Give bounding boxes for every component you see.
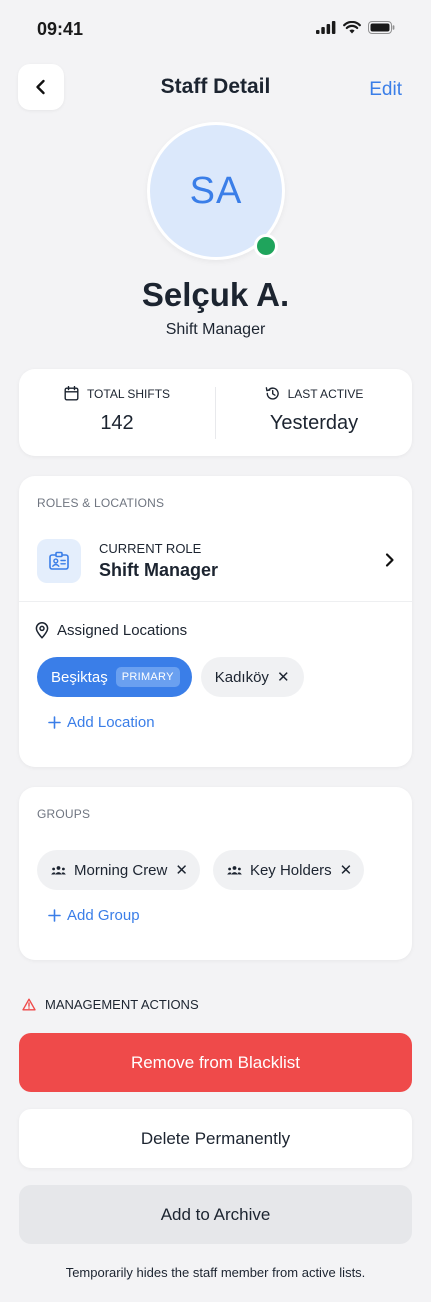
- total-shifts-stat: TOTAL SHIFTS 142: [19, 369, 215, 456]
- avatar-initials: SA: [189, 169, 243, 212]
- current-role-row[interactable]: CURRENT ROLE Shift Manager: [19, 526, 412, 602]
- edit-button[interactable]: Edit: [369, 79, 402, 101]
- wifi-icon: [343, 21, 361, 34]
- staff-name: Selçuk A.: [141, 276, 290, 313]
- remove-from-blacklist-button[interactable]: Remove from Blacklist: [19, 1033, 412, 1092]
- primary-badge: PRIMARY: [115, 667, 180, 687]
- current-role-caption: CURRENT ROLE: [99, 541, 202, 556]
- remove-group-close-icon[interactable]: ✕: [340, 861, 353, 879]
- online-status-indicator: [254, 234, 278, 258]
- signal-icon: [316, 21, 336, 34]
- people-icon: [227, 865, 242, 874]
- remove-location-close-icon[interactable]: ✕: [277, 668, 290, 686]
- group-chip-label: Key Holders: [249, 861, 332, 879]
- divider: [19, 601, 412, 602]
- warning-triangle-icon: [22, 998, 36, 1011]
- location-chip-label: Beşiktaş: [51, 668, 108, 686]
- people-icon: [51, 865, 66, 874]
- assigned-locations-label: Assigned Locations: [57, 622, 188, 639]
- location-chip-primary[interactable]: Beşiktaş PRIMARY: [37, 657, 192, 697]
- add-group-label: Add Group: [67, 907, 140, 924]
- stats-card: TOTAL SHIFTS 142 LAST ACTIVE Yesterday: [19, 369, 412, 456]
- current-role-value: Shift Manager: [99, 560, 219, 580]
- id-badge-icon: [49, 551, 69, 570]
- assigned-locations-heading: Assigned Locations: [35, 622, 187, 639]
- total-shifts-label: TOTAL SHIFTS: [86, 386, 171, 401]
- role-icon-box: [37, 539, 81, 583]
- page-title: Staff Detail: [160, 75, 271, 98]
- location-chips: Beşiktaş PRIMARY Kadıköy ✕: [37, 657, 304, 697]
- delete-permanently-button[interactable]: Delete Permanently: [19, 1109, 412, 1168]
- plus-icon: [48, 909, 61, 922]
- roles-locations-section-label: ROLES & LOCATIONS: [37, 496, 165, 510]
- plus-icon: [48, 716, 61, 729]
- add-group-button[interactable]: Add Group: [48, 907, 140, 924]
- header: Staff Detail Edit: [0, 62, 431, 112]
- group-chip[interactable]: Morning Crew ✕: [37, 850, 200, 890]
- status-bar: 09:41: [0, 0, 431, 58]
- total-shifts-value: 142: [100, 412, 134, 434]
- history-icon: [265, 387, 279, 400]
- roles-locations-card: ROLES & LOCATIONS CURRENT ROLE Shift Man…: [19, 476, 412, 767]
- group-chips: Morning Crew ✕ Key Holders ✕: [37, 850, 365, 890]
- add-location-button[interactable]: Add Location: [48, 714, 155, 731]
- last-active-label: LAST ACTIVE: [287, 386, 364, 401]
- management-actions-heading: MANAGEMENT ACTIONS: [22, 997, 199, 1012]
- group-chip[interactable]: Key Holders ✕: [212, 850, 365, 890]
- location-chip[interactable]: Kadıköy ✕: [200, 657, 304, 697]
- location-chip-label: Kadıköy: [214, 668, 269, 686]
- calendar-icon: [64, 386, 79, 401]
- status-icons: [316, 21, 395, 34]
- groups-section-label: GROUPS: [37, 807, 91, 821]
- staff-role: Shift Manager: [165, 321, 266, 338]
- battery-icon: [368, 21, 395, 34]
- chevron-right-icon: [385, 553, 394, 567]
- status-time: 09:41: [37, 19, 84, 39]
- management-actions-label: MANAGEMENT ACTIONS: [45, 997, 199, 1012]
- add-location-label: Add Location: [67, 714, 155, 731]
- remove-group-close-icon[interactable]: ✕: [175, 861, 188, 879]
- archive-footnote: Temporarily hides the staff member from …: [65, 1265, 366, 1280]
- group-chip-label: Morning Crew: [74, 861, 168, 879]
- map-pin-icon: [35, 622, 49, 639]
- last-active-stat: LAST ACTIVE Yesterday: [216, 369, 412, 456]
- add-to-archive-button[interactable]: Add to Archive: [19, 1185, 412, 1244]
- last-active-value: Yesterday: [269, 412, 359, 434]
- groups-card: GROUPS Morning Crew ✕ Key Holders ✕ Add …: [19, 787, 412, 960]
